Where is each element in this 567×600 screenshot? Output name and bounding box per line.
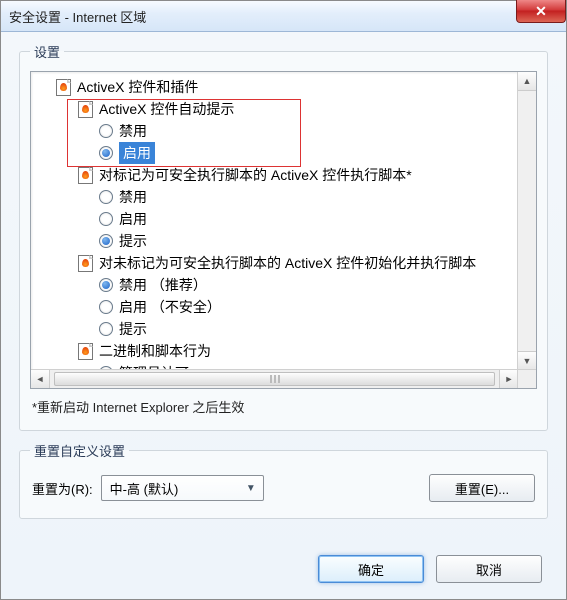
activex-icon [77,255,93,271]
button-label: 确定 [358,560,384,579]
reset-group: 重置自定义设置 重置为(R): 中-高 (默认) ▼ 重置(E)... [19,441,548,519]
horizontal-scrollbar[interactable]: ◄ ► [31,369,518,388]
activex-icon [77,167,93,183]
reset-label: 重置为(R): [32,479,93,498]
restart-note: *重新启动 Internet Explorer 之后生效 [32,397,535,416]
radio-marked-enable[interactable]: 启用 [37,208,536,230]
dialog-button-row: 确定 取消 [19,549,548,587]
settings-tree[interactable]: ActiveX 控件和插件 ActiveX 控件自动提示 禁用 [30,71,537,389]
button-label: 取消 [476,560,502,579]
category-auto-prompt: ActiveX 控件自动提示 [37,98,536,120]
activex-icon [77,101,93,117]
radio-label: 提示 [119,230,147,252]
close-icon: ✕ [535,3,547,20]
category-label: ActiveX 控件和插件 [77,76,198,98]
activex-icon [77,343,93,359]
scrollbar-track[interactable] [50,370,499,388]
close-button[interactable]: ✕ [516,0,566,23]
settings-legend: 设置 [30,42,64,61]
window-title: 安全设置 - Internet 区域 [9,7,146,26]
scroll-left-icon[interactable]: ◄ [31,370,50,388]
radio-label: 禁用 [119,120,147,142]
radio-icon [99,278,113,292]
radio-marked-prompt[interactable]: 提示 [37,230,536,252]
scroll-up-icon[interactable]: ▲ [518,72,536,91]
category-label: ActiveX 控件自动提示 [99,98,234,120]
radio-label: 禁用 （推荐） [119,274,207,296]
cancel-button[interactable]: 取消 [436,555,542,583]
button-label: 重置(E)... [455,479,509,498]
tree-viewport: ActiveX 控件和插件 ActiveX 控件自动提示 禁用 [31,72,536,370]
radio-label: 禁用 [119,186,147,208]
radio-icon [99,190,113,204]
category-unmarked: 对未标记为可安全执行脚本的 ActiveX 控件初始化并执行脚本 [37,252,536,274]
radio-label: 启用 [119,208,147,230]
reset-level-dropdown[interactable]: 中-高 (默认) ▼ [101,475,264,501]
chevron-down-icon: ▼ [243,480,259,496]
reset-button[interactable]: 重置(E)... [429,474,535,502]
category-label: 对标记为可安全执行脚本的 ActiveX 控件执行脚本* [99,164,412,186]
settings-group: 设置 ActiveX 控件和插件 [19,42,548,431]
category-binary-script: 二进制和脚本行为 [37,340,536,362]
radio-unmarked-prompt[interactable]: 提示 [37,318,536,340]
dropdown-value: 中-高 (默认) [110,479,179,498]
category-label: 二进制和脚本行为 [99,340,211,362]
radio-auto-prompt-enable[interactable]: 启用 [37,142,536,164]
titlebar: 安全设置 - Internet 区域 ✕ [1,1,566,32]
vertical-scrollbar[interactable]: ▲ ▼ [517,72,536,370]
client-area: 设置 ActiveX 控件和插件 [1,32,566,599]
radio-icon [99,322,113,336]
radio-icon [99,300,113,314]
scroll-right-icon[interactable]: ► [499,370,518,388]
scroll-down-icon[interactable]: ▼ [518,351,536,370]
radio-icon [99,146,113,160]
scrollbar-corner [517,369,536,388]
radio-label: 启用 [119,142,155,164]
radio-icon [99,124,113,138]
radio-icon [99,234,113,248]
activex-icon [55,79,71,95]
category-label: 对未标记为可安全执行脚本的 ActiveX 控件初始化并执行脚本 [99,252,476,274]
security-settings-dialog: 安全设置 - Internet 区域 ✕ 设置 ActiveX 控件和插件 [0,0,567,600]
radio-unmarked-enable[interactable]: 启用 （不安全） [37,296,536,318]
scrollbar-thumb[interactable] [54,372,495,386]
radio-label: 启用 （不安全） [119,296,221,318]
radio-marked-disable[interactable]: 禁用 [37,186,536,208]
radio-unmarked-disable[interactable]: 禁用 （推荐） [37,274,536,296]
radio-auto-prompt-disable[interactable]: 禁用 [37,120,536,142]
reset-legend: 重置自定义设置 [30,441,129,460]
radio-label: 提示 [119,318,147,340]
category-marked-safe: 对标记为可安全执行脚本的 ActiveX 控件执行脚本* [37,164,536,186]
radio-icon [99,212,113,226]
category-activex-root: ActiveX 控件和插件 [37,76,536,98]
ok-button[interactable]: 确定 [318,555,424,583]
